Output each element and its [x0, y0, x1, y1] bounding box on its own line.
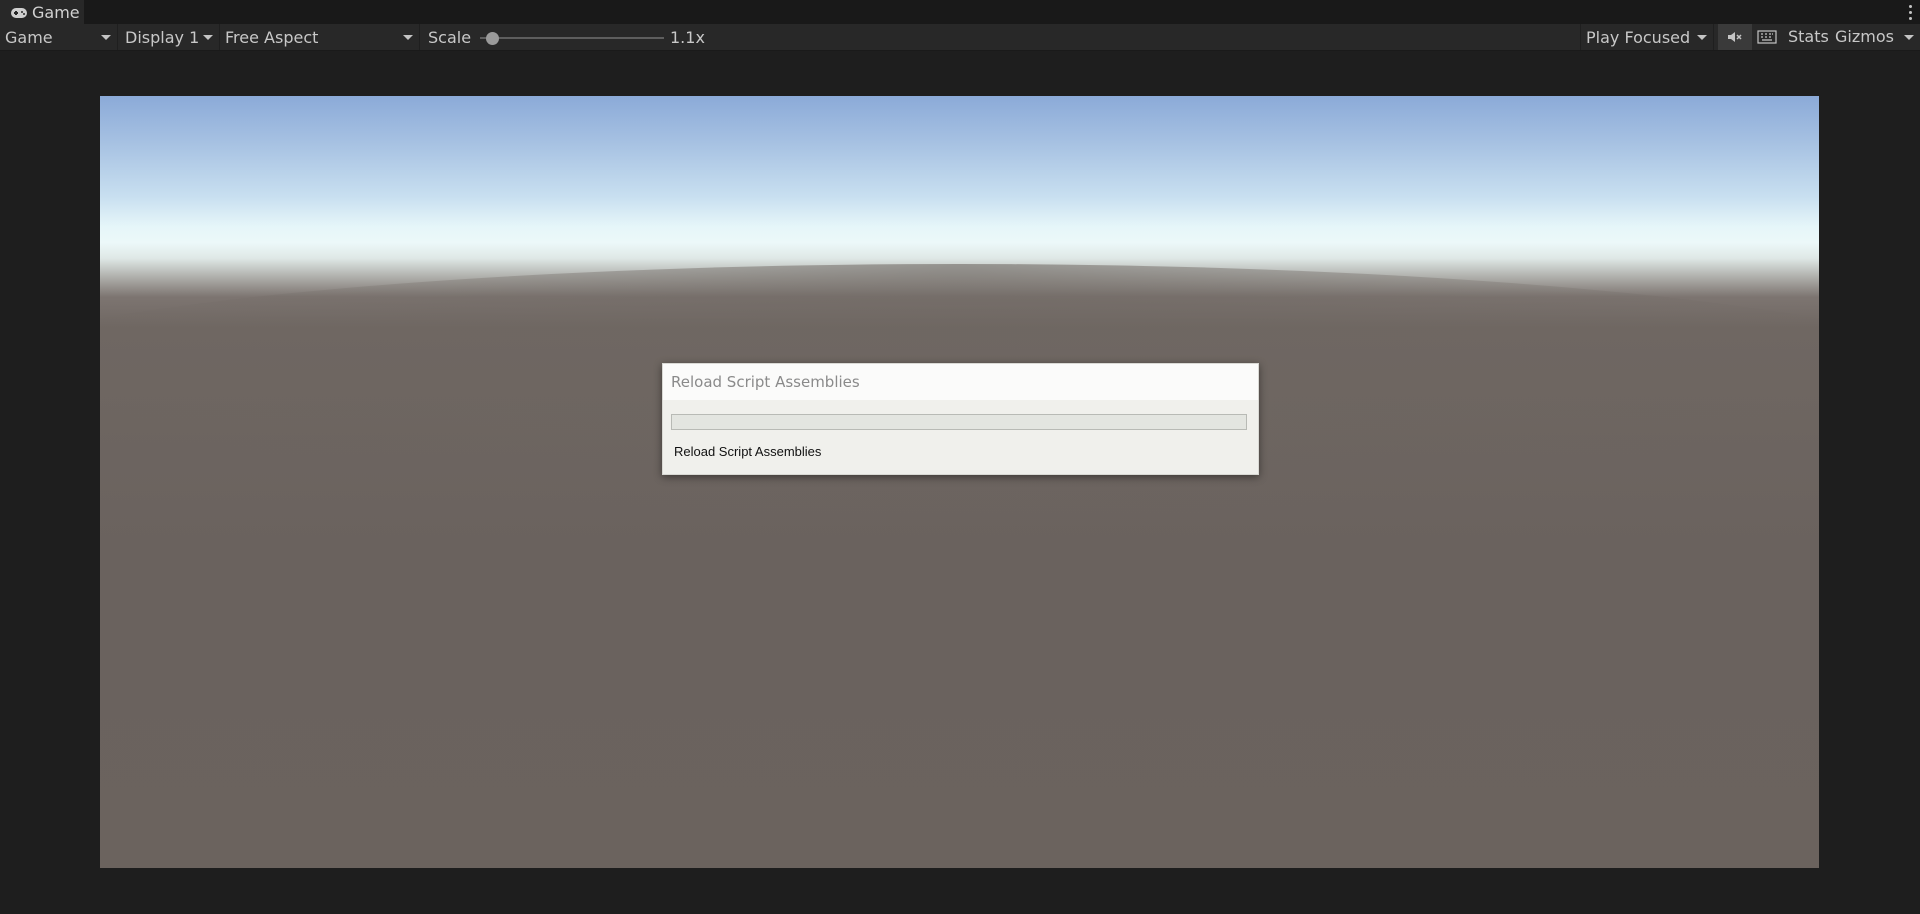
view-mode-dropdown[interactable]: Game	[0, 24, 118, 50]
chevron-down-icon	[403, 35, 413, 40]
chevron-down-icon	[203, 35, 213, 40]
view-mode-label: Game	[5, 27, 53, 47]
chevron-down-icon	[1697, 35, 1707, 40]
dialog-title: Reload Script Assemblies	[671, 373, 860, 391]
gamepad-icon	[11, 8, 27, 18]
game-viewport[interactable]	[100, 96, 1819, 868]
progress-dialog: Reload Script Assemblies Reload Script A…	[662, 363, 1259, 475]
display-label: Display 1	[125, 27, 200, 47]
stats-button[interactable]: Stats	[1788, 24, 1829, 50]
mute-audio-button[interactable]	[1718, 24, 1752, 50]
mute-audio-icon	[1728, 32, 1742, 42]
gizmos-dropdown[interactable]	[1896, 24, 1920, 50]
chevron-down-icon	[101, 35, 111, 40]
scale-label: Scale	[428, 28, 472, 47]
play-mode-dropdown[interactable]: Play Focused	[1580, 24, 1714, 50]
tab-label: Game	[32, 2, 80, 22]
tab-game[interactable]: Game	[0, 0, 84, 24]
dialog-header: Reload Script Assemblies	[663, 364, 1258, 400]
gizmos-button[interactable]: Gizmos	[1835, 24, 1894, 50]
aspect-label: Free Aspect	[225, 27, 319, 47]
more-options-icon[interactable]	[1904, 2, 1916, 22]
aspect-dropdown[interactable]: Free Aspect	[220, 24, 420, 50]
window-tab-bar: Game	[0, 0, 1920, 24]
display-dropdown[interactable]: Display 1	[120, 24, 220, 50]
shortcuts-button[interactable]	[1750, 24, 1784, 50]
play-mode-label: Play Focused	[1586, 27, 1691, 47]
chevron-down-icon	[1904, 35, 1914, 40]
dialog-message: Reload Script Assemblies	[674, 444, 822, 459]
scale-slider-handle[interactable]	[486, 32, 499, 45]
progress-bar	[671, 414, 1247, 430]
scale-value: 1.1x	[670, 28, 705, 47]
scale-slider-track[interactable]	[480, 37, 664, 39]
keyboard-icon	[1757, 30, 1777, 44]
